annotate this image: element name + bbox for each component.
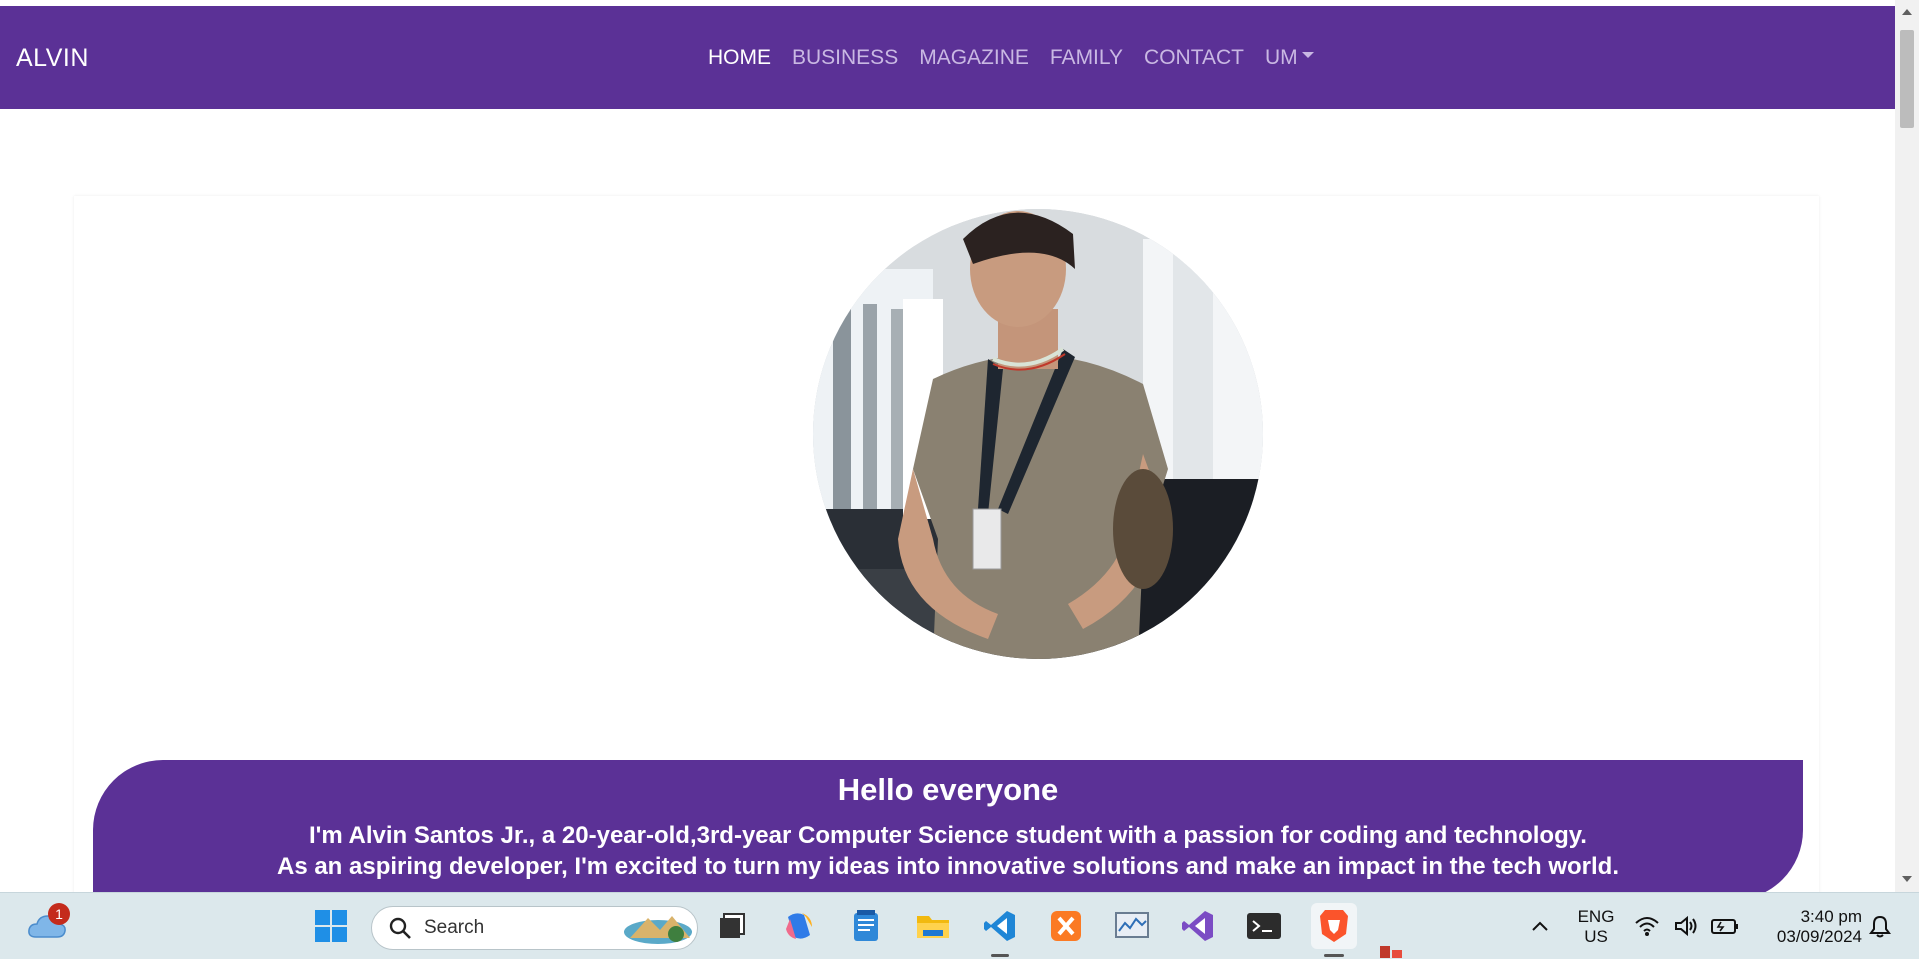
clock[interactable]: 3:40 pm 03/09/2024 xyxy=(1752,907,1862,947)
windows-logo-icon xyxy=(315,910,347,942)
xampp-icon[interactable] xyxy=(1047,907,1085,945)
nav-link-magazine[interactable]: MAGAZINE xyxy=(919,46,1029,70)
vscode-icon[interactable] xyxy=(981,907,1019,945)
wifi-icon[interactable] xyxy=(1633,907,1661,945)
navbar: ALVIN HOME BUSINESS MAGAZINE FAMILY CONT… xyxy=(0,6,1895,109)
battery-icon[interactable] xyxy=(1710,907,1740,945)
start-button[interactable] xyxy=(312,907,350,945)
nav-links: HOME BUSINESS MAGAZINE FAMILY CONTACT UM xyxy=(708,46,1335,70)
vertical-scrollbar[interactable] xyxy=(1895,0,1919,892)
volume-icon[interactable] xyxy=(1673,907,1701,945)
terminal-icon[interactable] xyxy=(1245,907,1283,945)
search-placeholder: Search xyxy=(424,917,485,938)
nav-dropdown-um[interactable]: UM xyxy=(1265,46,1314,70)
notepad-icon[interactable] xyxy=(847,907,885,945)
running-indicator xyxy=(991,954,1009,957)
language-line-1: ENG xyxy=(1577,907,1615,926)
profile-photo-illustration xyxy=(813,209,1263,659)
intro-banner: Hello everyone I'm Alvin Santos Jr., a 2… xyxy=(93,760,1803,892)
nav-link-business[interactable]: BUSINESS xyxy=(792,46,898,70)
app-preview-icon[interactable] xyxy=(1380,945,1402,958)
brave-browser-icon[interactable] xyxy=(1311,903,1357,949)
file-explorer-icon[interactable] xyxy=(914,907,952,945)
clock-date: 03/09/2024 xyxy=(1776,927,1862,946)
search-highlight-icon xyxy=(624,916,692,944)
scroll-up-icon[interactable] xyxy=(1902,9,1912,15)
running-indicator-brave xyxy=(1324,954,1344,957)
nav-link-home[interactable]: HOME xyxy=(708,46,771,70)
nav-link-family[interactable]: FAMILY xyxy=(1050,46,1123,70)
notification-badge: 1 xyxy=(48,903,70,925)
language-indicator[interactable]: ENG US xyxy=(1566,907,1626,947)
caret-down-icon xyxy=(1301,52,1314,59)
task-view-icon[interactable] xyxy=(713,907,751,945)
bell-icon[interactable] xyxy=(1866,907,1894,945)
scroll-down-icon[interactable] xyxy=(1902,876,1912,882)
intro-line-2: As an aspiring developer, I'm excited to… xyxy=(276,853,1619,880)
browser-viewport: ALVIN HOME BUSINESS MAGAZINE FAMILY CONT… xyxy=(0,0,1895,892)
copilot-icon[interactable] xyxy=(780,907,818,945)
clock-time: 3:40 pm xyxy=(1800,907,1862,926)
profile-photo xyxy=(813,209,1263,659)
brand-logo[interactable]: ALVIN xyxy=(16,44,89,73)
intro-title: Hello everyone xyxy=(837,772,1059,807)
intro-line-1: I'm Alvin Santos Jr., a 20-year-old,3rd-… xyxy=(309,822,1587,849)
windows-taskbar: 1 Search ENG US 3:40 pm 03/09/2024 xyxy=(0,892,1919,959)
visual-studio-icon[interactable] xyxy=(1179,907,1217,945)
taskbar-search[interactable]: Search xyxy=(371,906,698,950)
nav-dropdown-um-label: UM xyxy=(1264,46,1298,69)
search-icon xyxy=(389,917,411,939)
language-line-2: US xyxy=(1584,927,1608,946)
performance-monitor-icon[interactable] xyxy=(1113,907,1151,945)
scroll-thumb[interactable] xyxy=(1900,30,1914,128)
nav-link-contact[interactable]: CONTACT xyxy=(1144,46,1244,70)
chevron-up-icon[interactable] xyxy=(1521,907,1559,945)
